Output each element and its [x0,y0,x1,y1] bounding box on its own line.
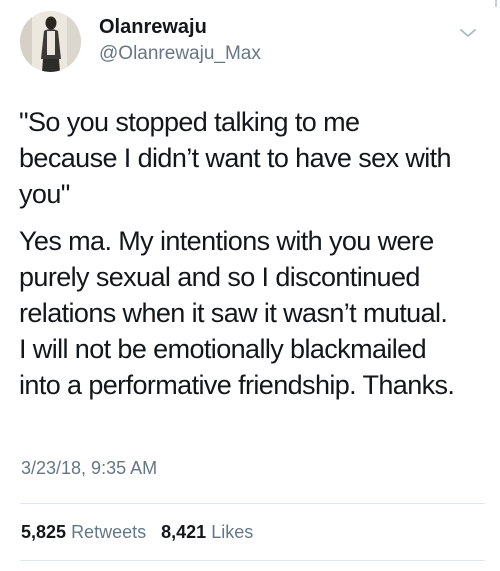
tweet-text: "So you stopped talking to me because I … [19,104,484,403]
avatar[interactable] [20,11,81,72]
retweets-count: 5,825 [21,522,67,542]
user-avatar-icon [20,11,81,72]
retweets-stat[interactable]: 5,825 Retweets [21,522,146,542]
retweets-label: Retweets [71,522,147,542]
divider [20,503,485,504]
divider [20,560,485,561]
window-edge-mark [495,0,497,7]
likes-stat[interactable]: 8,421 Likes [161,522,253,542]
tweet-stats: 5,825 Retweets 8,421 Likes [21,521,263,543]
likes-label: Likes [211,522,254,542]
author-handle[interactable]: @Olanrewaju_Max [99,43,261,65]
tweet-timestamp[interactable]: 3/23/18, 9:35 AM [21,457,157,479]
chevron-down-icon[interactable] [458,26,478,40]
tweet-paragraph-quote: "So you stopped talking to me because I … [19,107,452,209]
likes-count: 8,421 [161,522,207,542]
tweet-paragraph-reply: Yes ma. My intentions with you were pure… [19,226,455,400]
author-display-name[interactable]: Olanrewaju [99,15,207,39]
